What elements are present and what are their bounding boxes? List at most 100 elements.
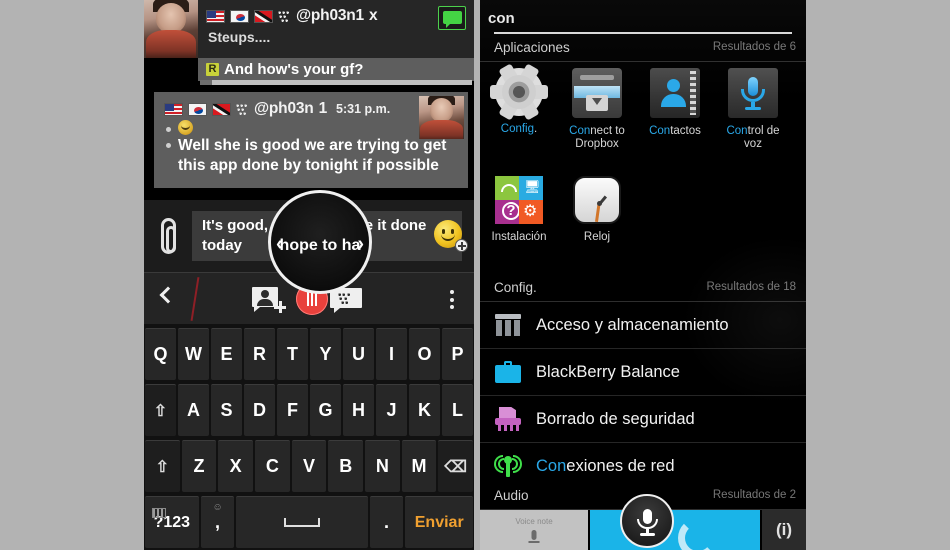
audio-result-tile-1[interactable]: Voice note bbox=[480, 510, 588, 550]
flag-row: @ph03n 1 bbox=[164, 100, 327, 118]
app-results-row-1: Config. Connect to Dropbox Contactos Con… bbox=[480, 63, 806, 168]
flag-kr-icon bbox=[230, 9, 249, 23]
key-w[interactable]: W bbox=[178, 328, 209, 380]
overflow-menu-icon[interactable] bbox=[450, 290, 454, 309]
app-label: Control de voz bbox=[726, 125, 780, 150]
setting-label: Borrado de seguridad bbox=[536, 409, 695, 428]
setting-label: BlackBerry Balance bbox=[536, 362, 680, 381]
key-backspace[interactable]: ⌫ bbox=[438, 440, 474, 492]
app-label: Config. bbox=[500, 123, 538, 135]
message-2-timestamp: 5:31 p.m. bbox=[336, 102, 391, 116]
message-1-header: @ph03n1 x Steups.... bbox=[198, 0, 474, 58]
back-chevron-icon[interactable] bbox=[159, 286, 177, 304]
key-j[interactable]: J bbox=[376, 384, 407, 436]
section-title: Aplicaciones bbox=[494, 40, 570, 55]
setting-row-conexiones-de-red[interactable]: Conexiones de red bbox=[480, 443, 806, 490]
message-2-text: Well she is good we are trying to get th… bbox=[178, 137, 447, 174]
message-2-handle-suffix: 1 bbox=[318, 100, 328, 117]
setting-row-acceso-y-almacenamiento[interactable]: Acceso y almacenamiento bbox=[480, 302, 806, 349]
message-1-body: R And how's your gf? bbox=[198, 58, 474, 81]
key-m[interactable]: M bbox=[401, 440, 437, 492]
setting-row-borrado-de-seguridad[interactable]: Borrado de seguridad bbox=[480, 396, 806, 443]
flag-us-icon bbox=[206, 9, 225, 23]
key-numeric[interactable]: ?123 bbox=[145, 496, 199, 548]
message-1-scrollbar[interactable] bbox=[200, 80, 472, 85]
key-b[interactable]: B bbox=[328, 440, 364, 492]
key-h[interactable]: H bbox=[343, 384, 374, 436]
keyboard-row-2: ⇧ A S D F G H J K L bbox=[144, 384, 474, 436]
selection-handle-right[interactable]: › bbox=[357, 233, 364, 256]
avatar bbox=[144, 0, 198, 58]
key-d[interactable]: D bbox=[244, 384, 275, 436]
audio-result-tile-2[interactable] bbox=[590, 510, 760, 550]
key-e[interactable]: E bbox=[211, 328, 242, 380]
message-2-text-line: Well she is good we are trying to get th… bbox=[166, 136, 458, 176]
app-result-instalacion[interactable]: Instalación bbox=[480, 176, 558, 272]
key-t[interactable]: T bbox=[277, 328, 308, 380]
key-p[interactable]: P bbox=[442, 328, 473, 380]
key-shift[interactable]: ⇧ bbox=[145, 440, 180, 492]
key-n[interactable]: N bbox=[365, 440, 400, 492]
app-label: Contactos bbox=[649, 125, 701, 137]
audio-tile-label: Voice note bbox=[515, 517, 553, 526]
section-header-config: Config. Resultados de 18 bbox=[480, 276, 806, 302]
smiley-emoji-icon bbox=[178, 120, 193, 135]
app-result-contactos[interactable]: Contactos bbox=[636, 68, 714, 168]
key-v[interactable]: V bbox=[291, 440, 327, 492]
flag-row: @ph03n1 x bbox=[206, 7, 378, 25]
key-comma-label: , bbox=[215, 512, 221, 532]
key-s[interactable]: S bbox=[211, 384, 242, 436]
key-k[interactable]: K bbox=[409, 384, 440, 436]
setting-row-blackberry-balance[interactable]: BlackBerry Balance bbox=[480, 349, 806, 396]
key-z[interactable]: Z bbox=[181, 440, 217, 492]
key-r[interactable]: R bbox=[244, 328, 275, 380]
app-result-connect-to-dropbox[interactable]: Connect to Dropbox bbox=[558, 68, 636, 168]
keyboard-row-3: ⇧ Z X C V B N M ⌫ bbox=[144, 440, 474, 492]
message-2-handle: @ph03n bbox=[254, 100, 314, 117]
key-send[interactable]: Enviar bbox=[152, 496, 473, 548]
text-selection-magnifier[interactable]: ‹ hope to ha › bbox=[268, 190, 372, 294]
app-label: Instalación bbox=[491, 231, 547, 243]
flag-kr-icon bbox=[188, 102, 207, 116]
smiley-add-icon[interactable] bbox=[434, 220, 468, 252]
key-x[interactable]: X bbox=[218, 440, 254, 492]
app-result-reloj[interactable]: Reloj bbox=[558, 176, 636, 272]
key-g[interactable]: G bbox=[310, 384, 341, 436]
app-label: Connect to Dropbox bbox=[569, 125, 625, 150]
key-c[interactable]: C bbox=[255, 440, 290, 492]
chat-bubble-icon[interactable] bbox=[438, 6, 466, 30]
message-2-emoji-line bbox=[166, 120, 193, 135]
network-connections-icon bbox=[480, 454, 536, 478]
key-shift[interactable]: ⇧ bbox=[145, 384, 176, 436]
key-a[interactable]: A bbox=[178, 384, 209, 436]
message-1-status: Steups.... bbox=[208, 29, 271, 45]
clock-icon bbox=[573, 176, 621, 224]
add-contact-icon[interactable] bbox=[252, 287, 286, 313]
microphone-fab-icon[interactable] bbox=[620, 494, 674, 548]
flag-tt-icon bbox=[254, 9, 273, 23]
left-phone-screen: @ph03n1 x Steups.... R And how's your gf?… bbox=[144, 0, 474, 550]
status-badge: R bbox=[206, 63, 219, 76]
info-button[interactable]: (i) bbox=[762, 510, 806, 550]
search-input[interactable]: con bbox=[488, 10, 515, 27]
key-space[interactable] bbox=[236, 496, 368, 548]
key-o[interactable]: O bbox=[409, 328, 440, 380]
key-comma-sup: ☺ bbox=[212, 502, 223, 513]
key-y[interactable]: Y bbox=[310, 328, 341, 380]
chat-message-2[interactable]: @ph03n 1 5:31 p.m. Well she is good we ar… bbox=[144, 88, 474, 278]
key-comma[interactable]: ☺ , bbox=[200, 496, 235, 548]
blackberry-logo-icon bbox=[236, 103, 249, 115]
key-f[interactable]: F bbox=[277, 384, 308, 436]
paperclip-icon[interactable] bbox=[156, 216, 182, 258]
section-title: Audio bbox=[494, 488, 529, 503]
app-result-control-de-voz[interactable]: Control de voz bbox=[714, 68, 792, 168]
avatar bbox=[419, 96, 464, 139]
app-result-config[interactable]: Config. bbox=[480, 63, 558, 168]
app-results-row-2: Instalación Reloj bbox=[480, 176, 806, 272]
key-u[interactable]: U bbox=[343, 328, 374, 380]
key-l[interactable]: L bbox=[442, 384, 473, 436]
chat-message-1[interactable]: @ph03n1 x Steups.... R And how's your gf? bbox=[144, 0, 474, 88]
key-i[interactable]: I bbox=[376, 328, 407, 380]
key-q[interactable]: Q bbox=[145, 328, 176, 380]
key-period[interactable]: . bbox=[369, 496, 404, 548]
